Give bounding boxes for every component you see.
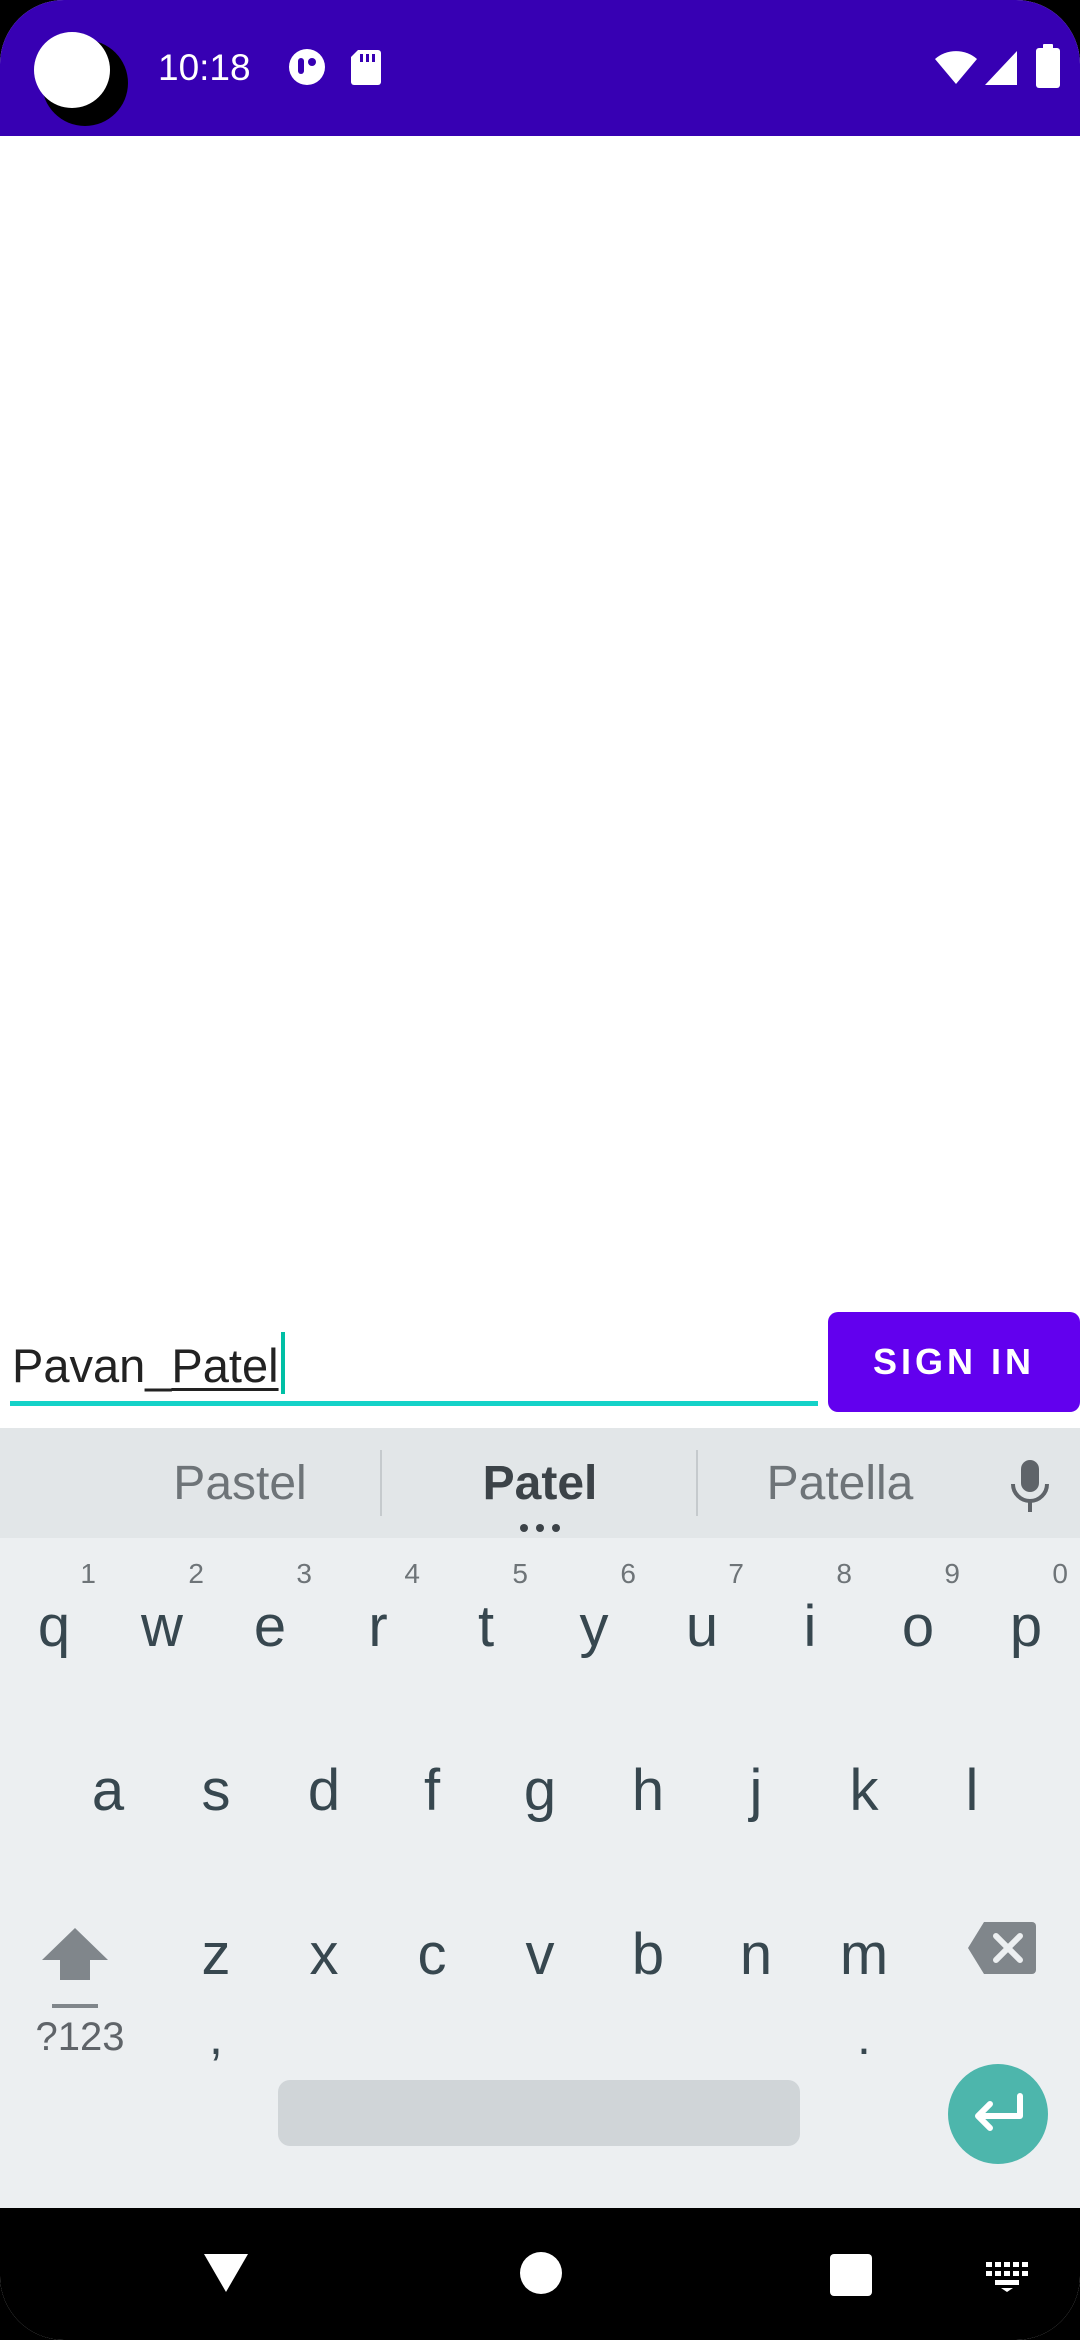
key-p[interactable]: 0p — [972, 1550, 1080, 1700]
key-label: c — [417, 1922, 447, 1987]
key-w[interactable]: 2w — [108, 1550, 216, 1700]
status-time: 10:18 — [158, 47, 251, 88]
key-label: h — [631, 1758, 665, 1823]
key-s[interactable]: s — [162, 1714, 270, 1864]
key-t[interactable]: 5t — [432, 1550, 540, 1700]
suggestion-patel[interactable]: Patel — [420, 1454, 660, 1514]
key-f[interactable]: f — [378, 1714, 486, 1864]
suggestion-strip: Pastel Patel Patella — [0, 1428, 1080, 1538]
text-cursor — [280, 1332, 285, 1394]
key-q[interactable]: 1q — [0, 1550, 108, 1700]
key-hint: 7 — [728, 1558, 744, 1589]
key-label: q — [37, 1594, 71, 1659]
enter-arrow-icon — [975, 2093, 1023, 2131]
key-k[interactable]: k — [810, 1714, 918, 1864]
battery-icon — [1036, 44, 1060, 88]
back-icon[interactable] — [202, 2252, 250, 2294]
key-u[interactable]: 7u — [648, 1550, 756, 1700]
status-bar: 10:18 — [0, 0, 1080, 136]
suggestion-patella[interactable]: Patella — [720, 1454, 960, 1514]
signal-icon — [985, 51, 1017, 85]
key-label: l — [965, 1758, 979, 1823]
key-label: o — [901, 1594, 935, 1659]
microphone-icon[interactable] — [1006, 1458, 1054, 1514]
wifi-icon — [935, 51, 977, 84]
username-prefix: Pavan_ — [12, 1339, 172, 1392]
key-hint: 5 — [512, 1558, 528, 1589]
key-label: i — [803, 1594, 817, 1659]
key-label: v — [525, 1922, 555, 1987]
key-j[interactable]: j — [702, 1714, 810, 1864]
key-label: g — [523, 1758, 557, 1823]
key-label: x — [309, 1922, 339, 1987]
key-label: s — [201, 1758, 231, 1823]
key-v[interactable]: v — [486, 1878, 594, 2028]
username-field-underline — [10, 1401, 818, 1406]
sd-card-icon — [351, 50, 381, 85]
suggestion-divider — [696, 1450, 698, 1516]
backspace-icon[interactable] — [966, 1920, 1038, 1976]
camera-cutout — [34, 32, 110, 108]
key-label: e — [253, 1594, 287, 1659]
enter-key[interactable] — [948, 2064, 1048, 2164]
privacy-indicator-icon — [289, 49, 325, 85]
username-field[interactable]: Pavan_Patel — [10, 1320, 818, 1406]
suggestion-divider — [380, 1450, 382, 1516]
key-label: f — [423, 1758, 441, 1823]
key-label: k — [849, 1758, 879, 1823]
key-label: j — [749, 1758, 763, 1823]
key-r[interactable]: 4r — [324, 1550, 432, 1700]
key-l[interactable]: l — [918, 1714, 1026, 1864]
comma-key[interactable]: , — [162, 1972, 270, 2102]
key-a[interactable]: a — [54, 1714, 162, 1864]
screen: 10:18 Pavan_Patel SIGN IN Pastel Patel P… — [0, 0, 1080, 2340]
username-value: Pavan_Patel — [12, 1332, 285, 1396]
key-label: b — [631, 1922, 665, 1987]
key-hint: 6 — [620, 1558, 636, 1589]
key-hint: 3 — [296, 1558, 312, 1589]
username-composing-word: Patel — [171, 1339, 279, 1392]
key-hint: 9 — [944, 1558, 960, 1589]
key-i[interactable]: 8i — [756, 1550, 864, 1700]
key-hint: 2 — [188, 1558, 204, 1589]
key-label: t — [477, 1594, 495, 1659]
keyboard-switch-icon[interactable] — [986, 2262, 1028, 2292]
period-key[interactable]: . — [810, 1972, 918, 2102]
key-g[interactable]: g — [486, 1714, 594, 1864]
key-label: p — [1009, 1594, 1043, 1659]
home-icon[interactable] — [520, 2252, 562, 2294]
key-b[interactable]: b — [594, 1878, 702, 2028]
key-o[interactable]: 9o — [864, 1550, 972, 1700]
key-hint: 4 — [404, 1558, 420, 1589]
key-hint: 8 — [836, 1558, 852, 1589]
key-label: r — [368, 1594, 388, 1659]
sign-in-button[interactable]: SIGN IN — [828, 1312, 1080, 1412]
key-label: d — [307, 1758, 341, 1823]
key-label: a — [91, 1758, 125, 1823]
space-key[interactable] — [278, 2080, 800, 2146]
key-e[interactable]: 3e — [216, 1550, 324, 1700]
suggestion-pastel[interactable]: Pastel — [120, 1454, 360, 1514]
key-label: u — [685, 1594, 719, 1659]
key-y[interactable]: 6y — [540, 1550, 648, 1700]
key-x[interactable]: x — [270, 1878, 378, 2028]
key-n[interactable]: n — [702, 1878, 810, 2028]
key-label: w — [141, 1594, 183, 1659]
key-c[interactable]: c — [378, 1878, 486, 2028]
symbols-key[interactable]: ?123 — [0, 1972, 160, 2102]
more-suggestions-icon — [520, 1524, 560, 1532]
key-h[interactable]: h — [594, 1714, 702, 1864]
key-label: y — [579, 1594, 609, 1659]
key-hint: 1 — [80, 1558, 96, 1589]
key-label: n — [739, 1922, 773, 1987]
key-hint: 0 — [1052, 1558, 1068, 1589]
key-d[interactable]: d — [270, 1714, 378, 1864]
recents-icon[interactable] — [830, 2254, 872, 2296]
